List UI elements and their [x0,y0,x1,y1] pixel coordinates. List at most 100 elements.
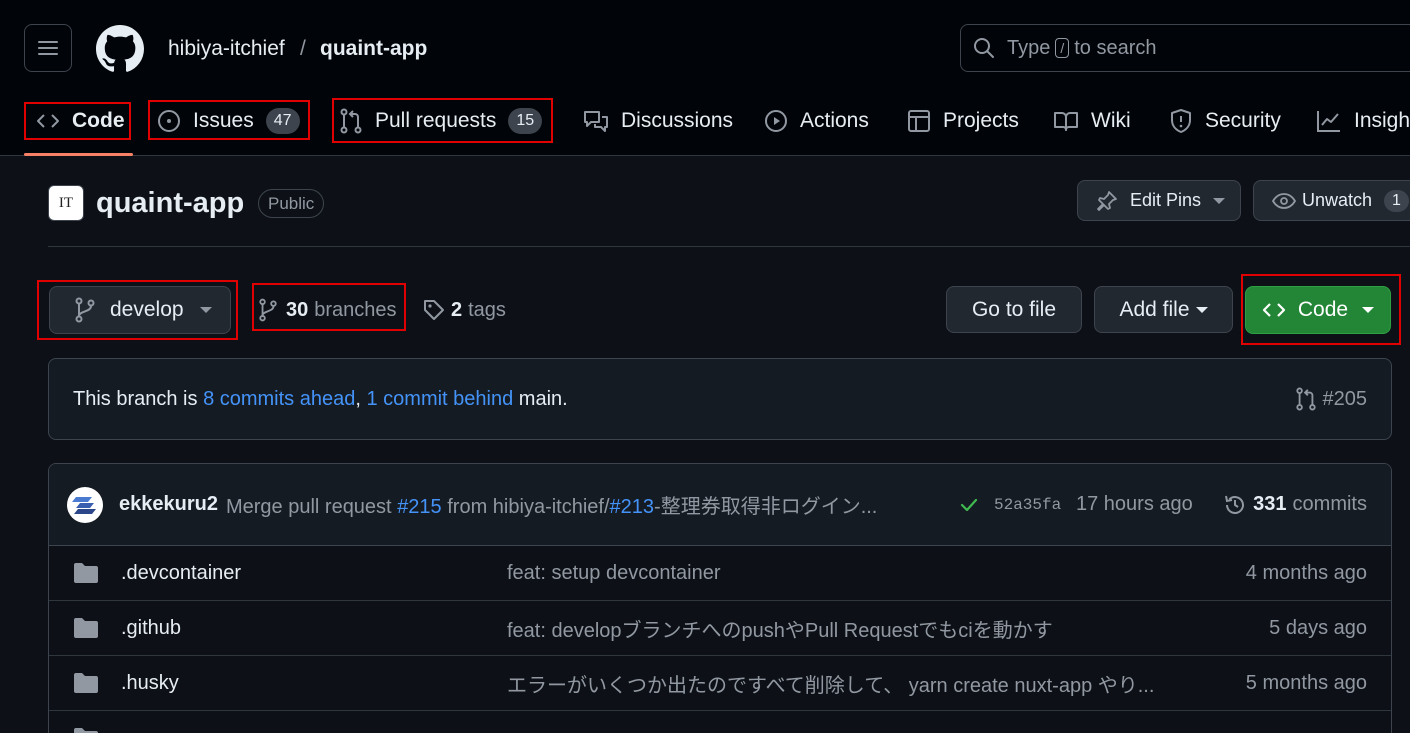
branch-selector-button[interactable]: develop [49,286,231,334]
table-icon [907,109,931,133]
pull-requests-count-badge: 15 [508,108,543,134]
git-branch-icon [74,297,96,323]
pin-icon [1096,190,1118,212]
tab-code[interactable]: Code [36,103,125,139]
commit-time: 17 hours ago [1076,493,1193,515]
add-file-label: Add file [1119,297,1190,321]
history-icon [1223,493,1247,517]
repo-header-divider [48,246,1410,247]
commits-behind-link[interactable]: 1 commit behind [366,388,513,411]
search-input[interactable]: Type / to search [960,24,1410,72]
go-to-file-button[interactable]: Go to file [946,286,1082,333]
latest-commit-row: ekkekuru2 Merge pull request #215 from h… [49,464,1391,546]
tab-security-label: Security [1205,109,1281,132]
file-name[interactable]: .github [121,617,181,640]
search-shortcut-key: / [1055,38,1070,58]
hamburger-icon [38,40,58,56]
file-age: 5 days ago [1269,616,1367,639]
tab-issues-label: Issues [193,109,254,132]
banner-comma: , [355,387,361,410]
commit-message-middle: from hibiya-itchief/ [447,496,610,518]
comment-discussion-icon [583,109,609,133]
file-commit-message[interactable]: feat: setup devcontainer [507,562,1207,585]
repo-title[interactable]: quaint-app [96,187,244,220]
tag-icon [423,299,445,321]
tab-pull-requests-label: Pull requests [375,109,497,132]
add-file-button[interactable]: Add file [1094,286,1233,333]
file-row[interactable]: .devcontainer feat: setup devcontainer 4… [49,546,1391,601]
tab-security[interactable]: Security [1169,103,1281,139]
commit-author[interactable]: ekkekuru2 [119,493,218,516]
file-age: 5 months ago [1245,671,1367,694]
tags-link[interactable]: 2 tags [423,292,506,328]
commit-sha[interactable]: 52a35fa [994,496,1061,514]
selected-tab-indicator [24,153,133,156]
tab-issues[interactable]: Issues 47 [157,103,300,139]
breadcrumb-owner[interactable]: hibiya-itchief [168,36,285,62]
code-icon [36,111,60,131]
file-browser: ekkekuru2 Merge pull request #215 from h… [48,463,1392,733]
breadcrumb-repo[interactable]: quaint-app [320,36,427,62]
shield-icon [1169,108,1193,134]
tab-discussions[interactable]: Discussions [583,103,733,139]
file-name[interactable]: .devcontainer [121,562,241,585]
tab-discussions-label: Discussions [621,109,734,132]
chevron-down-icon [1362,307,1375,313]
commit-message-rest: -整理券取得非ログイン... [654,496,878,518]
code-icon [1262,300,1286,320]
git-branch-icon [258,298,278,322]
tags-label: tags [468,298,506,321]
unwatch-label: Unwatch [1302,190,1373,210]
unwatch-button[interactable]: Unwatch 1 [1253,180,1410,221]
tab-insights[interactable]: Insigh [1316,103,1410,139]
git-pull-request-icon [339,108,363,134]
edit-pins-button[interactable]: Edit Pins [1077,180,1241,221]
play-icon [764,109,788,133]
tab-actions[interactable]: Actions [764,103,869,139]
file-row[interactable] [49,711,1391,733]
book-icon [1053,110,1079,132]
github-logo-icon[interactable] [96,25,144,73]
search-placeholder-suffix: to search [1074,36,1157,59]
commit-pr-link[interactable]: #215 [397,496,442,518]
menu-button[interactable] [24,24,72,72]
banner-suffix: main. [518,387,568,410]
banner-prefix: This branch is [73,387,198,410]
branches-label: branches [314,298,397,321]
visibility-badge: Public [258,189,325,218]
file-commit-message[interactable]: feat: developブランチへのpushやPull Requestでもci… [507,614,1207,643]
folder-icon [73,562,99,584]
tab-projects[interactable]: Projects [907,103,1019,139]
branch-compare-banner: This branch is 8 commits ahead, 1 commit… [48,358,1392,440]
issues-count-badge: 47 [265,108,300,134]
commit-message[interactable]: Merge pull request #215 from hibiya-itch… [226,490,926,519]
file-row[interactable]: .github feat: developブランチへのpushやPull Req… [49,601,1391,656]
git-pull-request-icon [1295,387,1317,411]
file-age: 4 months ago [1245,561,1367,584]
check-icon[interactable] [959,495,979,515]
watch-count-badge: 1 [1384,189,1409,212]
commit-issue-link[interactable]: #213 [610,496,655,518]
branches-link[interactable]: 30 branches [258,292,397,328]
eye-icon [1272,192,1296,210]
file-commit-message[interactable]: エラーがいくつか出たのですべて削除して、 yarn create nuxt-ap… [507,669,1207,698]
tab-pull-requests[interactable]: Pull requests 15 [339,103,543,139]
commits-ahead-link[interactable]: 8 commits ahead [203,388,355,411]
avatar[interactable] [67,486,103,523]
file-row[interactable]: .husky エラーがいくつか出たのですべて削除して、 yarn create … [49,656,1391,711]
file-name[interactable]: .husky [121,672,179,695]
repo-avatar-text: IT [58,194,74,211]
commit-history-link[interactable]: 331 commits [1223,493,1367,517]
tab-wiki-label: Wiki [1091,109,1131,132]
commit-count: 331 [1253,493,1287,515]
folder-icon [73,672,99,694]
code-dropdown-button[interactable]: Code [1245,286,1391,334]
search-placeholder-prefix: Type [1007,36,1051,59]
tab-projects-label: Projects [943,109,1019,132]
related-pull-request-link[interactable]: #205 [1295,359,1367,439]
tab-actions-label: Actions [800,109,869,132]
go-to-file-label: Go to file [971,297,1057,321]
tab-wiki[interactable]: Wiki [1053,103,1131,139]
repo-owner-avatar: IT [48,185,84,221]
graph-icon [1316,109,1342,133]
